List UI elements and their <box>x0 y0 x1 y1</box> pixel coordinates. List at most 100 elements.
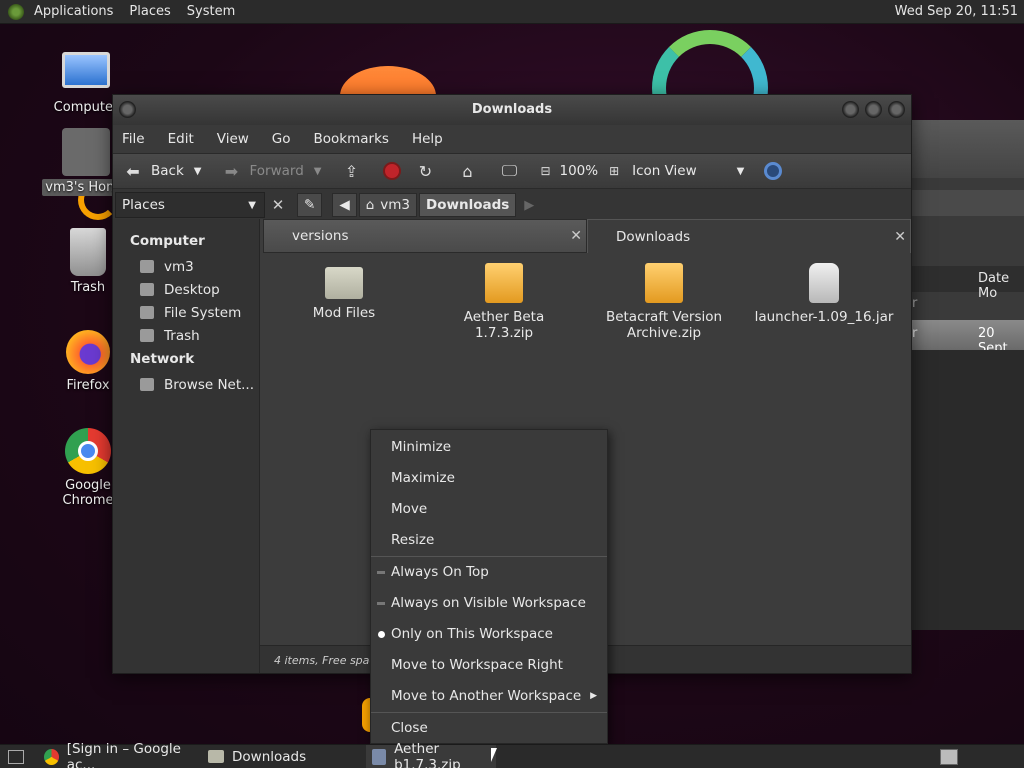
zoom-in-button[interactable]: ⊞ Icon View ▼ <box>604 161 750 181</box>
home-button[interactable]: ⌂ <box>457 161 485 181</box>
workspace-switcher[interactable] <box>940 749 958 765</box>
path-scroll-left[interactable]: ◀ <box>332 193 357 217</box>
menu-help[interactable]: Help <box>412 131 443 147</box>
tab-label: Downloads <box>616 228 691 245</box>
list-row-fragment: r <box>912 326 918 341</box>
menu-item-minimize[interactable]: Minimize <box>371 432 607 463</box>
bottom-panel: [Sign in – Google ac... Downloads Aether… <box>0 741 1024 768</box>
taskbar-item-archive[interactable]: Aether b1.7.3.zip <box>366 741 496 768</box>
clock[interactable]: Wed Sep 20, 11:51 <box>895 4 1018 19</box>
file-item[interactable]: Betacraft Version Archive.zip <box>594 253 734 341</box>
taskbar-item-label: [Sign in – Google ac... <box>66 740 181 768</box>
sidebar-item-trash[interactable]: Trash <box>113 324 259 347</box>
view-mode-select[interactable]: Icon View <box>632 163 697 179</box>
stop-button[interactable] <box>383 162 402 180</box>
sidebar-item-label: Desktop <box>164 281 220 298</box>
menu-item-only-this-workspace[interactable]: Only on This Workspace <box>371 619 607 650</box>
sidebar-type-select[interactable]: Places ▼ <box>115 192 265 218</box>
crumb-label: Downloads <box>426 197 510 213</box>
menu-item-move-workspace-right[interactable]: Move to Workspace Right <box>371 650 607 681</box>
view-mode-dropdown-icon[interactable]: ▼ <box>737 166 745 177</box>
background-window[interactable]: Date Mo r 20 Sept r <box>912 120 1024 630</box>
status-text: 4 items, Free space <box>274 654 383 667</box>
up-button[interactable]: ⇪ <box>341 161 369 181</box>
mouse-cursor-icon <box>491 748 503 762</box>
menu-item-always-on-top[interactable]: Always On Top <box>371 557 607 588</box>
back-history-dropdown[interactable]: ▼ <box>194 166 202 177</box>
reload-button[interactable]: ↻ <box>415 161 443 181</box>
checkbox-unchecked-icon <box>377 602 385 605</box>
show-desktop-button[interactable] <box>8 749 24 764</box>
menu-view[interactable]: View <box>217 131 249 147</box>
file-item[interactable]: Aether Beta 1.7.3.zip <box>434 253 574 341</box>
list-row-selected[interactable]: 20 Sept <box>912 320 1024 356</box>
zoom-in-icon: ⊞ <box>609 164 620 178</box>
menu-item-label: Close <box>391 720 428 736</box>
taskbar-item-label: Aether b1.7.3.zip <box>394 740 461 768</box>
menu-places[interactable]: Places <box>129 4 170 19</box>
sidebar-item-label: Browse Net... <box>164 376 255 393</box>
chevron-down-icon: ▼ <box>248 199 256 211</box>
menu-item-label: Maximize <box>391 470 455 486</box>
menu-item-close[interactable]: Close <box>371 713 607 744</box>
menu-file[interactable]: File <box>122 131 145 147</box>
trash-icon <box>70 228 106 276</box>
window-menu-button[interactable] <box>119 101 136 118</box>
sidebar-item-vm3[interactable]: vm3 <box>113 255 259 278</box>
path-crumb-vm3[interactable]: ⌂ vm3 <box>358 193 418 217</box>
radio-selected-icon <box>378 631 385 638</box>
back-button[interactable]: ⬅ Back ▼ <box>123 161 207 181</box>
forward-button[interactable]: ➡ Forward ▼ <box>221 161 327 181</box>
search-button[interactable] <box>764 162 783 180</box>
sidebar-item-desktop[interactable]: Desktop <box>113 278 259 301</box>
menu-item-resize[interactable]: Resize <box>371 525 607 556</box>
column-header-label: Date Mo <box>978 271 1010 301</box>
menu-item-move[interactable]: Move <box>371 494 607 525</box>
column-header-date[interactable]: Date Mo <box>912 266 1024 301</box>
folder-icon <box>208 750 224 763</box>
distro-logo-icon[interactable] <box>8 3 24 20</box>
menu-item-always-visible-workspace[interactable]: Always on Visible Workspace <box>371 588 607 619</box>
archive-icon <box>645 263 683 303</box>
close-button[interactable] <box>888 101 905 118</box>
forward-history-dropdown[interactable]: ▼ <box>314 166 322 177</box>
desktop-icon <box>140 283 154 296</box>
computer-icon: 🖵 <box>501 161 518 180</box>
menu-go[interactable]: Go <box>272 131 291 147</box>
menu-item-label: Minimize <box>391 439 451 455</box>
menu-item-move-another-workspace[interactable]: Move to Another Workspace ▶ <box>371 681 607 712</box>
taskbar-item-chrome[interactable]: [Sign in – Google ac... <box>38 741 202 768</box>
zoom-out-button[interactable]: ⊟ 100% <box>535 161 598 181</box>
path-scroll-right[interactable]: ▶ <box>524 198 534 213</box>
file-name: Aether Beta 1.7.3.zip <box>463 309 545 341</box>
tab-close-button[interactable]: ✕ <box>894 229 906 245</box>
window-title: Downloads <box>471 102 553 117</box>
sidebar-item-browse-network[interactable]: Browse Net... <box>113 373 259 396</box>
menu-item-label: Move to Another Workspace <box>391 688 582 704</box>
tab-downloads[interactable]: Downloads ✕ <box>587 219 911 253</box>
window-titlebar[interactable]: Downloads <box>113 95 911 125</box>
home-icon: ⌂ <box>365 197 375 213</box>
tab-close-button[interactable]: ✕ <box>570 228 582 244</box>
taskbar-item-downloads[interactable]: Downloads <box>202 745 366 768</box>
minimize-button[interactable] <box>842 101 859 118</box>
sidebar-item-filesystem[interactable]: File System <box>113 301 259 324</box>
file-item[interactable]: Mod Files <box>274 253 414 321</box>
menu-applications[interactable]: Applications <box>34 4 113 19</box>
reload-icon: ↻ <box>418 161 433 181</box>
tab-versions[interactable]: versions ✕ <box>263 219 587 253</box>
maximize-button[interactable] <box>865 101 882 118</box>
forward-arrow-icon: ➡ <box>224 161 239 181</box>
toggle-location-entry-button[interactable]: ✎ <box>297 193 323 217</box>
back-label: Back <box>151 163 184 179</box>
menu-system[interactable]: System <box>187 4 235 19</box>
checkbox-unchecked-icon <box>377 571 385 574</box>
menu-edit[interactable]: Edit <box>168 131 194 147</box>
computer-button[interactable]: 🖵 <box>499 161 527 181</box>
path-crumb-downloads[interactable]: Downloads <box>419 193 517 217</box>
menu-bookmarks[interactable]: Bookmarks <box>314 131 389 147</box>
path-bar: ✎ ◀ ⌂ vm3 Downloads ▶ <box>293 193 534 217</box>
file-item[interactable]: launcher-1.09_16.jar <box>754 253 894 325</box>
menu-item-maximize[interactable]: Maximize <box>371 463 607 494</box>
sidebar-close-button[interactable]: ✕ <box>267 196 289 214</box>
